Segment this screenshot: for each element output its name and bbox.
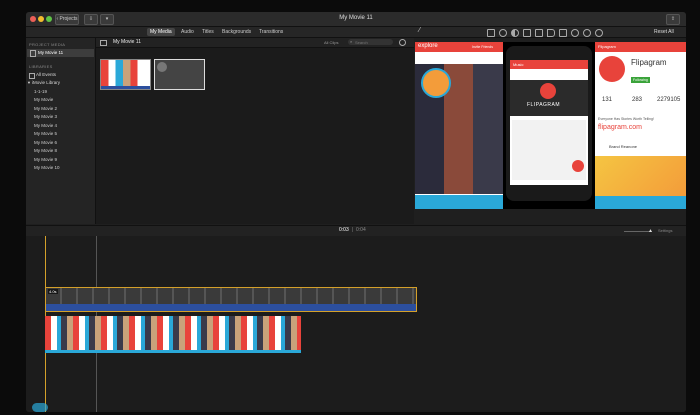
sidebar-event-item[interactable]: My Movie 6 (34, 140, 57, 145)
title-bar: ‹ Projects ⇩ ▾ My Movie 11 ⇪ (26, 12, 686, 27)
music-header: Music (510, 60, 588, 69)
clip-filmstrip (46, 288, 416, 304)
explore-bottom-bar (415, 195, 503, 209)
invite-friends-link: Invite Friends (472, 45, 494, 49)
clip-preview-image (157, 62, 167, 72)
sidebar-event-item[interactable]: My Movie 8 (34, 148, 57, 153)
stabilization-icon[interactable] (535, 29, 543, 37)
stat-value: 2279105 (657, 97, 681, 103)
following-badge: Following (631, 77, 650, 83)
imovie-window: ‹ Projects ⇩ ▾ My Movie 11 ⇪ My Media Au… (26, 12, 686, 412)
sidebar-item-project[interactable]: My Movie 11 (27, 49, 94, 57)
flipagram-banner: FLIPAGRAM (510, 80, 588, 116)
timeline-area[interactable]: 4.0s (26, 236, 686, 412)
settings-gear-icon[interactable] (399, 39, 406, 46)
explore-title: explore (418, 43, 438, 49)
share-icon: ⇪ (670, 16, 676, 22)
viewer-preview: explore Invite Friends Music FLIPAGRAM F… (415, 42, 686, 209)
speed-icon[interactable] (571, 29, 579, 37)
time-separator: | (352, 227, 354, 233)
center-phone-device: Music FLIPAGRAM (506, 46, 592, 201)
adjustment-toolbar: ⁄ Reset All (415, 27, 686, 37)
browser-title: My Movie 11 (113, 39, 141, 45)
tab-audio[interactable]: Audio (178, 28, 197, 36)
filter-icon[interactable] (583, 29, 591, 37)
timeline-image-clip[interactable] (45, 316, 301, 353)
clip-filter-select[interactable]: All Clips (324, 40, 338, 45)
explore-header: explore Invite Friends (415, 42, 503, 52)
media-clip-thumbnail[interactable] (154, 59, 205, 90)
sidebar-event-item[interactable]: My Movie 10 (34, 165, 60, 170)
crop-size-icon[interactable] (487, 29, 495, 37)
libraries-header: LIBRARIES (29, 64, 53, 69)
tab-backgrounds[interactable]: Backgrounds (219, 28, 254, 36)
sidebar-event-item[interactable]: My Movie 5 (34, 131, 57, 136)
profile-screen: Flipagram Flipagram Following 131 283 22… (595, 42, 686, 209)
timeline-settings-button[interactable]: Settings (658, 228, 672, 233)
profile-header: Flipagram (595, 42, 686, 52)
volume-icon[interactable] (547, 29, 555, 37)
media-browser: My Movie 11 All Clips ⌕ Search (96, 38, 414, 224)
magic-wand-icon[interactable]: ⁄ (419, 27, 425, 34)
sidebar-event-item[interactable]: My Movie 3 (34, 114, 57, 119)
total-time: 0:04 (356, 227, 366, 233)
profile-user-name: Brand Reanone (609, 144, 638, 149)
profile-tagline: Everyone Has Stories Worth Telling! (598, 117, 654, 121)
sidebar-item-project-label: My Movie 11 (38, 50, 64, 55)
sidebar-item-library-label: iMovie Library (32, 80, 61, 85)
explore-featured-circle (421, 68, 451, 98)
flipagram-logo-icon (540, 83, 556, 99)
clip-duration-label: 4.0s (48, 289, 58, 294)
explore-screen: explore Invite Friends (415, 42, 503, 209)
watermark-logo (32, 403, 48, 412)
project-media-header: PROJECT MEDIA (29, 42, 66, 47)
profile-bottom-bar (595, 196, 686, 209)
stat-value: 283 (632, 97, 643, 103)
sidebar-toggle-icon[interactable] (100, 40, 107, 46)
record-button (572, 160, 584, 172)
search-placeholder: Search (355, 39, 368, 45)
media-clip-thumbnail[interactable] (100, 59, 151, 90)
stat-value: 131 (602, 97, 613, 103)
window-title: My Movie 11 (339, 15, 373, 21)
current-time: 0:03 (339, 227, 349, 233)
color-balance-icon[interactable] (499, 29, 507, 37)
flipagram-banner-label: FLIPAGRAM (527, 102, 561, 108)
sidebar-event-item[interactable]: My Movie 2 (34, 106, 57, 111)
tab-my-media[interactable]: My Media (147, 28, 175, 36)
tab-titles[interactable]: Titles (199, 28, 217, 36)
sidebar-event-item[interactable]: My Movie 9 (34, 157, 57, 162)
sidebar-event-item[interactable]: My Movie 4 (34, 123, 57, 128)
zoom-slider-knob[interactable]: ▲ (648, 228, 653, 234)
crop-icon[interactable] (523, 29, 531, 37)
phone-screen: Music FLIPAGRAM (510, 60, 588, 185)
profile-website: flipagram.com (598, 124, 642, 131)
color-correction-icon[interactable] (511, 29, 519, 37)
tab-transitions[interactable]: Transitions (256, 28, 286, 36)
search-field[interactable]: ⌕ Search (348, 39, 393, 45)
timeline-video-clip[interactable]: 4.0s (45, 287, 417, 312)
disclosure-triangle-icon[interactable]: ▼ (27, 80, 31, 85)
film-icon (30, 50, 36, 57)
profile-name: Flipagram (631, 58, 667, 67)
search-icon: ⌕ (350, 39, 353, 44)
profile-avatar (599, 56, 625, 82)
share-button[interactable]: ⇪ (666, 14, 680, 25)
sidebar-item-all-events-label: All Events (36, 72, 57, 77)
info-icon[interactable] (595, 29, 603, 37)
sidebar-event-item[interactable]: 1-1-19 (34, 89, 47, 94)
browser-header: My Movie 11 All Clips ⌕ Search (96, 38, 414, 48)
clip-audio-waveform (46, 304, 416, 311)
grid-icon (29, 73, 35, 79)
libraries-sidebar: PROJECT MEDIA My Movie 11 LIBRARIES All … (26, 38, 96, 224)
clip-audio-strip (101, 86, 150, 89)
profile-feed-image (595, 156, 686, 196)
reset-all-button[interactable]: Reset All (654, 29, 674, 35)
music-header-label: Music (513, 62, 524, 67)
profile-header-label: Flipagram (598, 44, 616, 49)
noise-reduction-icon[interactable] (559, 29, 567, 37)
sidebar-event-item[interactable]: My Movie (34, 97, 53, 102)
